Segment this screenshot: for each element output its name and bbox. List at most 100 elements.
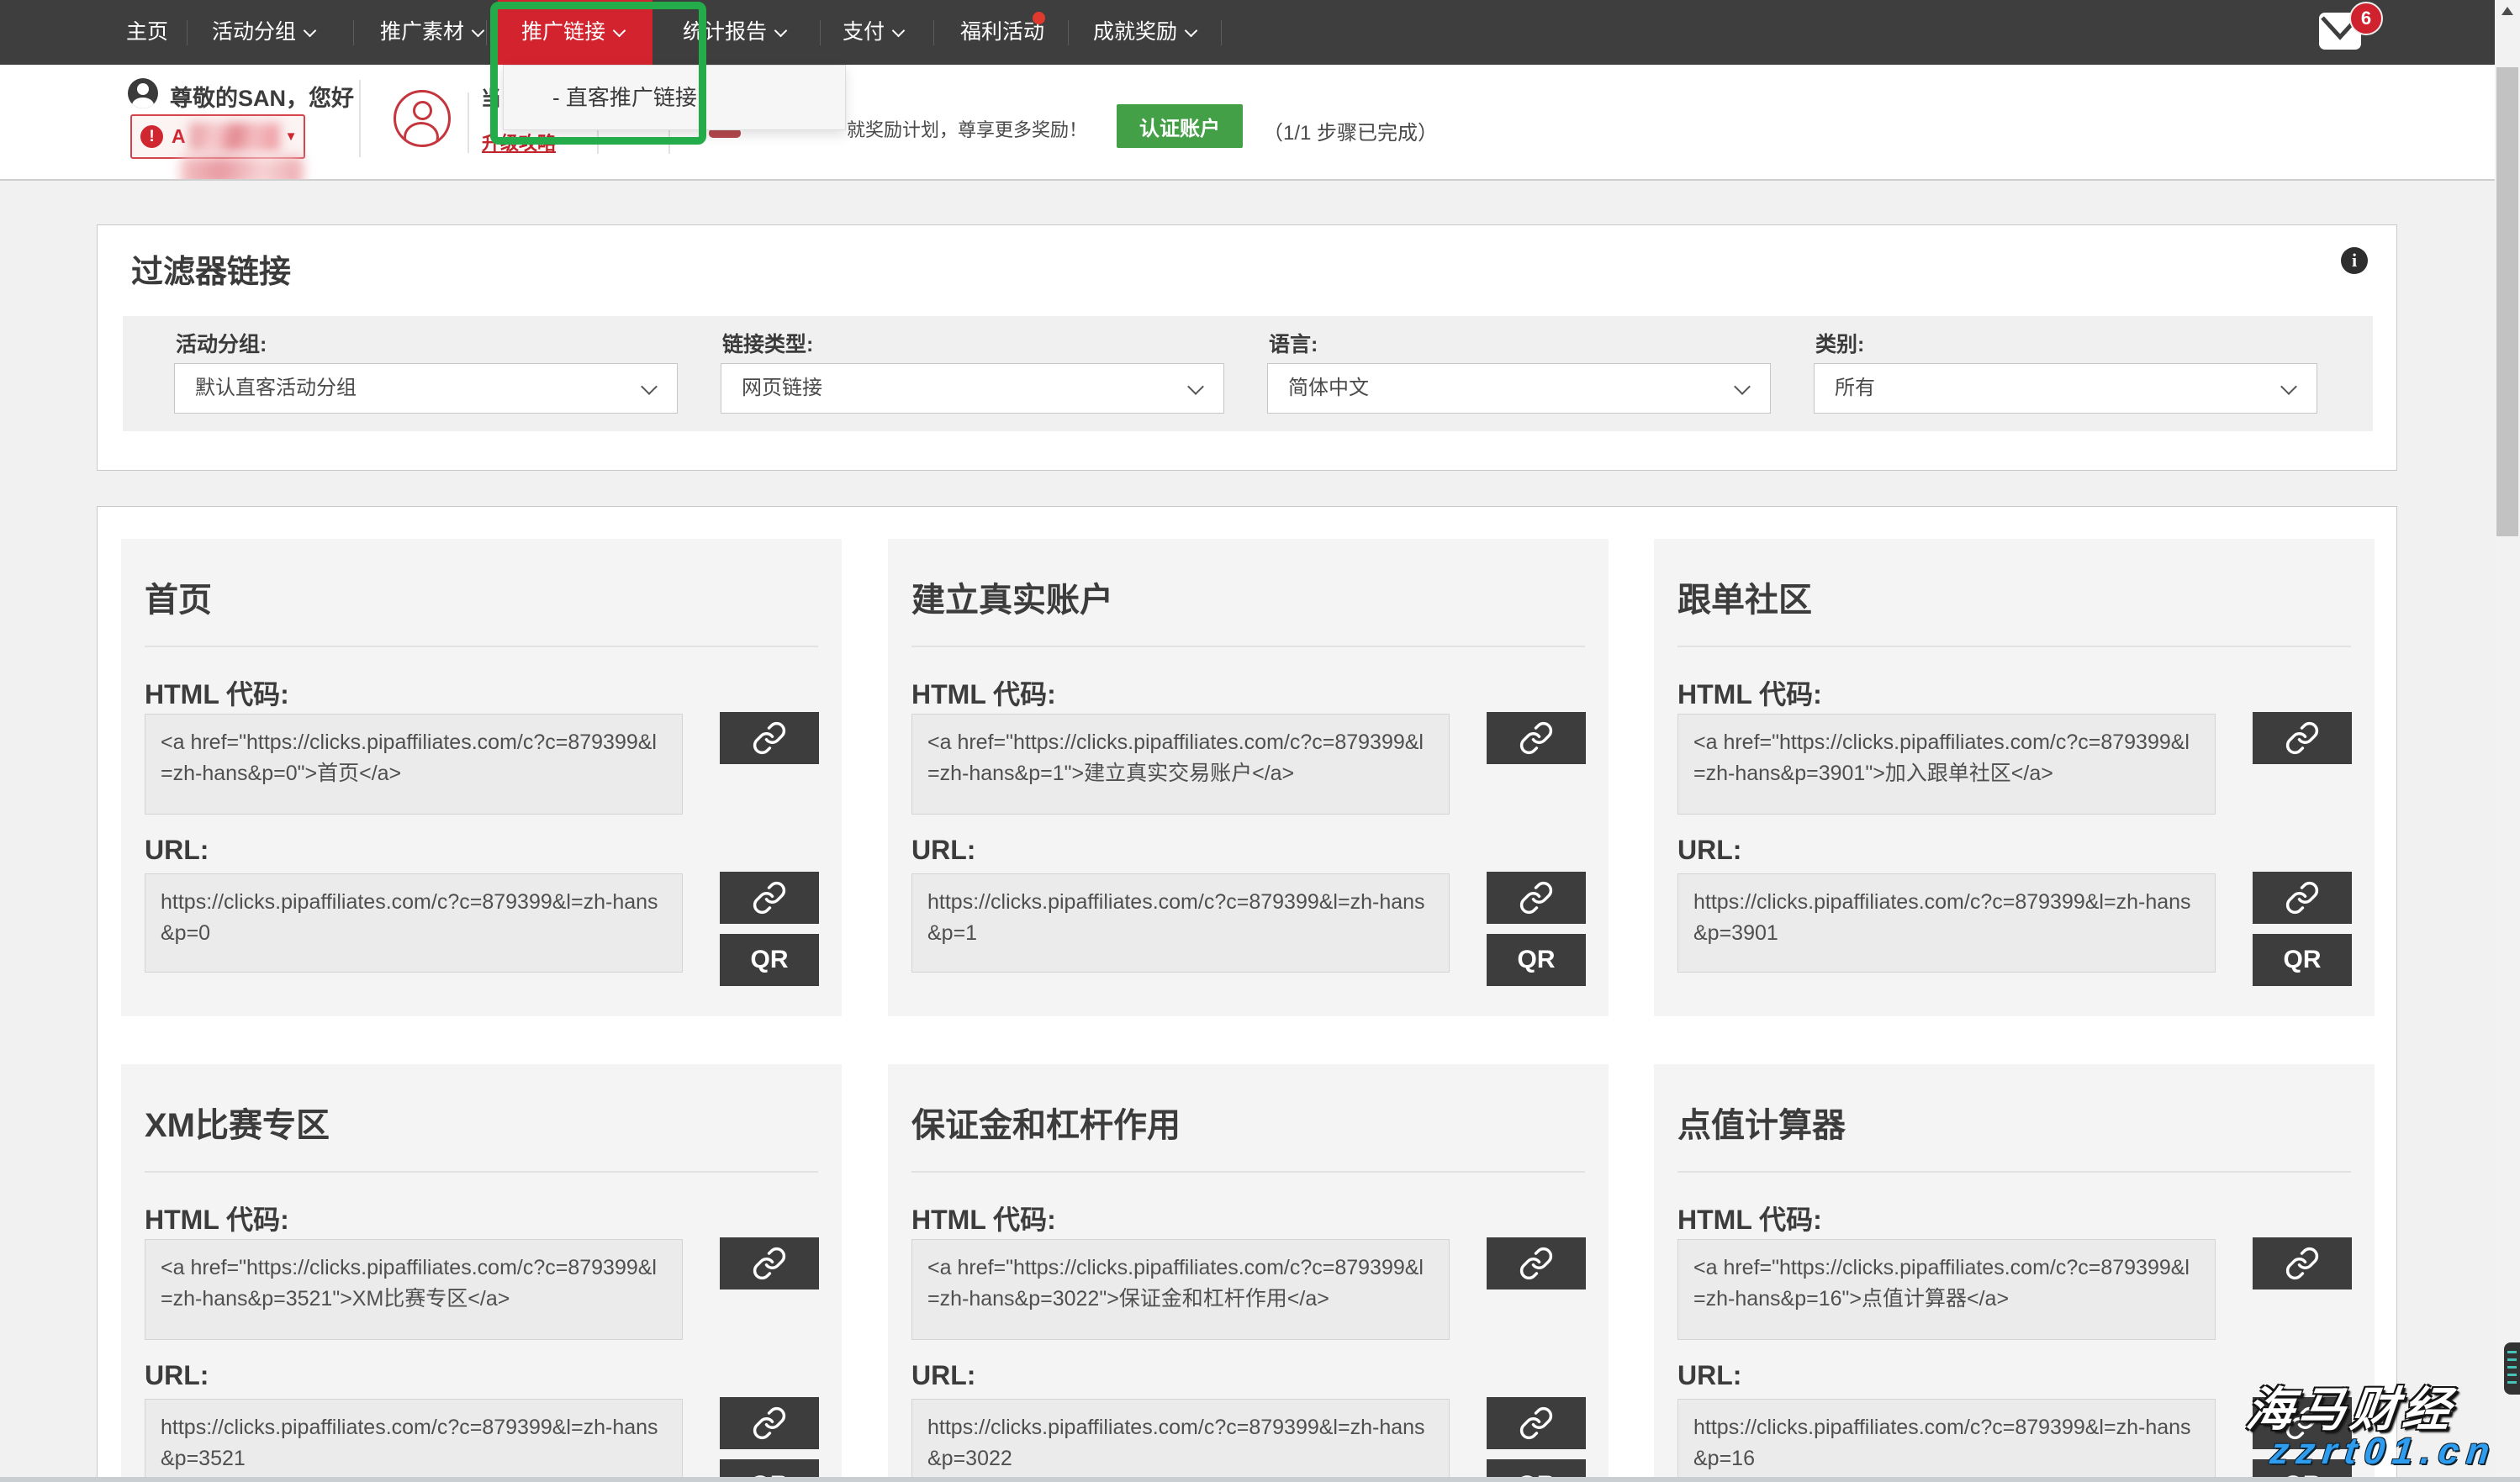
card-title: 跟单社区	[1677, 572, 1812, 621]
redacted-account-name	[189, 123, 280, 151]
qr-button[interactable]: QR	[2253, 934, 2352, 986]
top-nav: 主页 活动分组 推广素材 推广链接 统计报告 支付 福利活动 成就奖励	[0, 0, 2495, 65]
link-type-select[interactable]: 网页链接	[721, 363, 1224, 414]
nav-separator	[933, 20, 934, 45]
copy-url-button[interactable]	[720, 1397, 819, 1449]
filter-link-type: 链接类型: 网页链接	[721, 316, 1224, 431]
copy-html-button[interactable]	[720, 1237, 819, 1289]
greeting-text: 尊敬的SAN，您好	[170, 80, 354, 113]
language-select[interactable]: 简体中文	[1267, 363, 1771, 414]
copy-html-button[interactable]	[720, 712, 819, 764]
copy-url-button[interactable]	[1487, 1397, 1586, 1449]
copy-url-button[interactable]	[1487, 872, 1586, 924]
mail-badge: 6	[2349, 2, 2383, 35]
url-box[interactable]: https://clicks.pipaffiliates.com/c?c=879…	[145, 873, 683, 973]
card-title: 首页	[145, 572, 212, 621]
html-code-box[interactable]: <a href="https://clicks.pipaffiliates.co…	[145, 714, 683, 815]
nav-item-benefits[interactable]: 福利活动	[960, 0, 1044, 65]
nav-item-payments[interactable]: 支付	[843, 0, 903, 65]
url-box[interactable]: https://clicks.pipaffiliates.com/c?c=879…	[911, 1399, 1450, 1482]
chevron-down-icon	[1734, 378, 1751, 395]
url-box[interactable]: https://clicks.pipaffiliates.com/c?c=879…	[911, 873, 1450, 973]
link-chain-icon	[752, 880, 787, 915]
filter-label: 语言:	[1269, 328, 1318, 358]
info-icon[interactable]: i	[2341, 247, 2368, 274]
verify-account-button[interactable]: 认证账户	[1117, 104, 1243, 148]
filter-label: 活动分组:	[176, 328, 267, 358]
vertical-scrollbar-thumb[interactable]	[2496, 67, 2518, 536]
url-label: URL:	[1677, 835, 1741, 866]
filter-panel: 过滤器链接 i 活动分组: 默认直客活动分组 链接类型: 网页链接 语言:	[97, 224, 2397, 471]
divider	[1677, 646, 2351, 647]
copy-html-button[interactable]	[1487, 712, 1586, 764]
divider	[911, 1171, 1585, 1173]
link-chain-icon	[2285, 1246, 2320, 1281]
filter-strip: 活动分组: 默认直客活动分组 链接类型: 网页链接 语言: 简体中文	[123, 316, 2373, 431]
html-code-box[interactable]: <a href="https://clicks.pipaffiliates.co…	[1677, 1239, 2216, 1340]
qr-button[interactable]: QR	[720, 934, 819, 986]
notification-dot	[1033, 12, 1045, 24]
divider	[145, 646, 818, 647]
nav-item-label: 推广素材	[380, 20, 464, 44]
nav-separator	[820, 20, 821, 45]
link-chain-icon	[2285, 880, 2320, 915]
link-chain-icon	[752, 720, 787, 756]
copy-html-button[interactable]	[2253, 1237, 2352, 1289]
profile-avatar-icon[interactable]	[394, 90, 451, 147]
nav-separator	[1068, 20, 1069, 45]
nav-item-home[interactable]: 主页	[126, 0, 168, 65]
header: 尊敬的SAN，您好 ! A ▼ 当 升级攻略 就奖励计划，尊享更多奖励！ 认证账…	[0, 65, 2495, 181]
copy-url-button[interactable]	[720, 872, 819, 924]
url-box[interactable]: https://clicks.pipaffiliates.com/c?c=879…	[145, 1399, 683, 1482]
nav-item-promo-materials[interactable]: 推广素材	[380, 0, 483, 65]
link-card-margin-leverage: 保证金和杠杆作用 HTML 代码: <a href="https://click…	[888, 1064, 1609, 1482]
url-label: URL:	[145, 1360, 209, 1391]
header-divider	[468, 92, 469, 153]
select-value: 网页链接	[742, 364, 822, 413]
link-card-open-account: 建立真实账户 HTML 代码: <a href="https://clicks.…	[888, 539, 1609, 1016]
chevron-down-icon	[892, 24, 906, 38]
copy-html-button[interactable]	[2253, 712, 2352, 764]
html-code-box[interactable]: <a href="https://clicks.pipaffiliates.co…	[911, 714, 1450, 815]
copy-html-button[interactable]	[1487, 1237, 1586, 1289]
nav-item-label: 主页	[126, 20, 168, 44]
html-code-box[interactable]: <a href="https://clicks.pipaffiliates.co…	[911, 1239, 1450, 1340]
annotation-highlight-box	[490, 2, 706, 145]
nav-separator	[1221, 20, 1222, 45]
copy-url-button[interactable]	[2253, 872, 2352, 924]
nav-separator	[486, 20, 487, 45]
url-box[interactable]: https://clicks.pipaffiliates.com/c?c=879…	[1677, 873, 2216, 973]
nav-item-campaign-groups[interactable]: 活动分组	[212, 0, 314, 65]
html-code-label: HTML 代码:	[911, 673, 1056, 712]
account-pill-letter: A	[172, 125, 186, 148]
html-code-label: HTML 代码:	[1677, 1199, 1822, 1237]
qr-button[interactable]: QR	[1487, 934, 1586, 986]
link-chain-icon	[1519, 1246, 1554, 1281]
campaign-group-select[interactable]: 默认直客活动分组	[174, 363, 678, 414]
html-code-label: HTML 代码:	[1677, 673, 1822, 712]
url-label: URL:	[911, 835, 975, 866]
category-select[interactable]: 所有	[1814, 363, 2317, 414]
chevron-down-icon	[304, 24, 317, 38]
side-widget-partial[interactable]	[2504, 1342, 2520, 1395]
chevron-down-icon	[774, 24, 788, 38]
warning-icon: !	[140, 125, 163, 148]
filter-campaign-group: 活动分组: 默认直客活动分组	[174, 316, 678, 431]
select-value: 所有	[1835, 364, 1875, 413]
account-status-pill[interactable]: ! A ▼	[130, 114, 305, 159]
chevron-down-icon	[472, 24, 485, 38]
nav-item-achievement-rewards[interactable]: 成就奖励	[1093, 0, 1196, 65]
link-chain-icon	[1519, 720, 1554, 756]
url-box[interactable]: https://clicks.pipaffiliates.com/c?c=879…	[1677, 1399, 2216, 1482]
scroll-up-arrow-icon[interactable]	[2502, 7, 2513, 15]
horizontal-scrollbar[interactable]	[0, 1477, 2520, 1482]
link-chain-icon	[1519, 1406, 1554, 1441]
html-code-box[interactable]: <a href="https://clicks.pipaffiliates.co…	[1677, 714, 2216, 815]
nav-item-label: 福利活动	[960, 20, 1044, 44]
filter-category: 类别: 所有	[1814, 316, 2317, 431]
html-code-box[interactable]: <a href="https://clicks.pipaffiliates.co…	[145, 1239, 683, 1340]
divider	[911, 646, 1585, 647]
vertical-scrollbar-track[interactable]	[2495, 0, 2520, 1482]
reward-program-text: 就奖励计划，尊享更多奖励！	[847, 115, 1087, 142]
link-card-xm-competition: XM比赛专区 HTML 代码: <a href="https://clicks.…	[121, 1064, 842, 1482]
